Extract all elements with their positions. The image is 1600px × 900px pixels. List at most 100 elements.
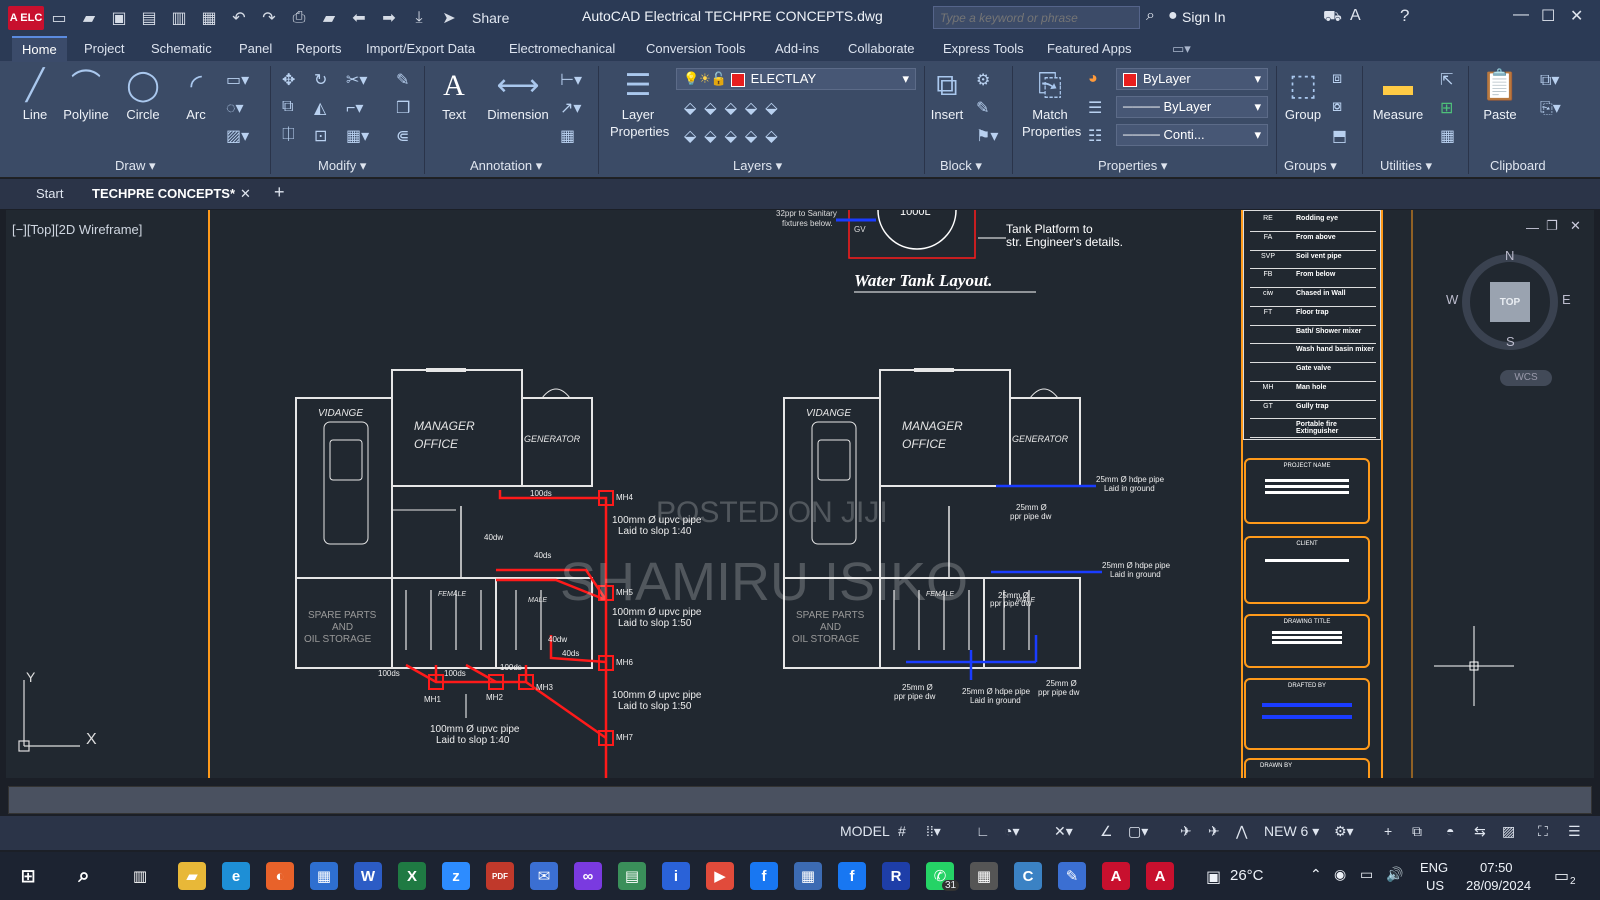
- tab-express-tools[interactable]: Express Tools: [943, 41, 1024, 56]
- imo-icon[interactable]: i: [662, 862, 690, 890]
- task-view-icon[interactable]: ▥: [126, 862, 154, 890]
- clean-screen-icon[interactable]: ▨: [1502, 823, 1515, 840]
- excel-icon[interactable]: X: [398, 862, 426, 890]
- otrack-icon[interactable]: ∠: [1100, 823, 1113, 840]
- facebook-2-icon[interactable]: f: [838, 862, 866, 890]
- copilot-icon[interactable]: ∞: [574, 862, 602, 890]
- pdf-icon[interactable]: PDF: [486, 862, 514, 890]
- polar-icon[interactable]: ◔▾: [1004, 823, 1019, 840]
- facebook-icon[interactable]: f: [750, 862, 778, 890]
- table-icon[interactable]: ▦: [560, 126, 575, 146]
- command-line[interactable]: [8, 786, 1592, 814]
- model-space-button[interactable]: MODEL: [840, 823, 890, 839]
- layer-tools-row1-icon[interactable]: ⬙⬙⬙⬙⬙: [684, 98, 786, 118]
- linear-dim-icon[interactable]: ⊢▾: [560, 70, 582, 90]
- video-icon[interactable]: ▶: [706, 862, 734, 890]
- annotation-monitor-icon[interactable]: +: [1384, 823, 1392, 839]
- file-explorer-icon[interactable]: ▰: [178, 862, 206, 890]
- lineweight-toggle-icon[interactable]: ▢▾: [1128, 823, 1148, 840]
- tab-featured-apps[interactable]: Featured Apps: [1047, 41, 1132, 56]
- windows-start-icon[interactable]: ⊞: [14, 862, 42, 890]
- block-attr-icon[interactable]: ⚑▾: [976, 126, 998, 146]
- erase-icon[interactable]: ✎: [396, 70, 409, 90]
- viewport-restore-icon[interactable]: ❐: [1546, 218, 1558, 234]
- print-icon[interactable]: ⎙: [289, 9, 309, 27]
- search-input[interactable]: [933, 6, 1140, 29]
- hardware-accel-icon[interactable]: ⇆: [1474, 823, 1486, 840]
- insert-button[interactable]: ⧉ Insert: [926, 66, 968, 123]
- compass-n[interactable]: N: [1505, 248, 1514, 263]
- clipboard-panel-title[interactable]: Clipboard: [1490, 158, 1546, 173]
- create-block-icon[interactable]: ⚙: [976, 70, 990, 90]
- weather-icon[interactable]: ▣: [1206, 867, 1221, 887]
- cart-icon[interactable]: ⛟: [1323, 8, 1342, 27]
- linetype-dropdown[interactable]: ──── Conti... ▾: [1116, 124, 1268, 146]
- tab-panel[interactable]: Panel: [239, 41, 272, 56]
- explode-icon[interactable]: ❒: [396, 98, 410, 118]
- app-logo[interactable]: A ELC: [8, 5, 44, 30]
- viewport-close-icon[interactable]: ✕: [1570, 218, 1581, 234]
- control-panel-icon[interactable]: ▦: [794, 862, 822, 890]
- autocad-icon[interactable]: A: [1146, 862, 1174, 890]
- utilities-panel-title[interactable]: Utilities ▾: [1380, 158, 1432, 174]
- text-button[interactable]: A Text: [432, 66, 476, 123]
- viewport-minimize-icon[interactable]: —: [1526, 220, 1539, 235]
- autodesk-icon[interactable]: A: [1350, 7, 1361, 25]
- search-taskbar-icon[interactable]: ⌕: [70, 862, 98, 890]
- annotation-scale-icon[interactable]: ⋀: [1236, 823, 1247, 840]
- store-icon[interactable]: ▦: [310, 862, 338, 890]
- array-icon[interactable]: ▦▾: [346, 126, 369, 146]
- edge-icon[interactable]: e: [222, 862, 250, 890]
- annotation-scale-dropdown[interactable]: NEW 6 ▾: [1264, 823, 1319, 840]
- auto-scale-icon[interactable]: ✈: [1208, 823, 1220, 840]
- layer-tools-row2-icon[interactable]: ⬙⬙⬙⬙⬙: [684, 126, 786, 146]
- tab-reports[interactable]: Reports: [296, 41, 342, 56]
- zoom-icon[interactable]: z: [442, 862, 470, 890]
- language-1[interactable]: ENG: [1420, 860, 1448, 875]
- compass-w[interactable]: W: [1446, 292, 1458, 307]
- trim-icon[interactable]: ✂▾: [346, 70, 367, 90]
- compass-e[interactable]: E: [1562, 292, 1571, 307]
- tray-chevron-icon[interactable]: ⌃: [1310, 866, 1322, 883]
- annotation-panel-title[interactable]: Annotation ▾: [470, 158, 542, 174]
- volume-icon[interactable]: 🔊: [1386, 866, 1403, 883]
- layers-panel-title[interactable]: Layers ▾: [733, 158, 782, 174]
- user-icon[interactable]: ●: [1168, 7, 1178, 25]
- drawing-viewport[interactable]: 1000L 32ppr to Sanitary fixtures below. …: [6, 210, 1594, 778]
- autocad-electrical-icon[interactable]: A: [1102, 862, 1130, 890]
- scale-icon[interactable]: ⊡: [314, 126, 327, 146]
- tab-home[interactable]: Home: [12, 36, 67, 62]
- group-button[interactable]: ⬚ Group: [1280, 66, 1326, 123]
- rotate-icon[interactable]: ↻: [314, 70, 327, 90]
- redo-icon[interactable]: ↷: [259, 8, 279, 28]
- viewport-controls[interactable]: [−][Top][2D Wireframe]: [12, 222, 142, 237]
- fillet-icon[interactable]: ⌐▾: [346, 98, 363, 118]
- clock-date[interactable]: 28/09/2024: [1466, 878, 1531, 893]
- meet-icon[interactable]: ◉: [1334, 866, 1346, 883]
- circle-button[interactable]: ◯ Circle: [120, 66, 166, 123]
- copy-clip-icon[interactable]: ⎘▾: [1540, 98, 1561, 118]
- new-file-icon[interactable]: ▭: [49, 8, 69, 28]
- group-edit-icon[interactable]: ⧇: [1332, 98, 1342, 116]
- ribbon-toggle-icon[interactable]: ▭▾: [1172, 41, 1191, 57]
- osnap-icon[interactable]: ✕▾: [1054, 823, 1073, 840]
- line-button[interactable]: ╱ Line: [14, 66, 56, 123]
- tab-drawing-active[interactable]: TECHPRE CONCEPTS*: [92, 186, 235, 201]
- tab-import-export[interactable]: Import/Export Data: [366, 41, 475, 56]
- fullscreen-icon[interactable]: ⛶: [1538, 823, 1548, 840]
- units-icon[interactable]: ⧉: [1412, 823, 1422, 840]
- search-icon[interactable]: ⌕: [1146, 7, 1155, 25]
- tab-electromechanical[interactable]: Electromechanical: [509, 41, 615, 56]
- move-icon[interactable]: ✥: [282, 70, 295, 90]
- forward-icon[interactable]: ➡: [379, 8, 399, 28]
- properties-panel-title[interactable]: Properties ▾: [1098, 158, 1167, 174]
- temperature[interactable]: 26°C: [1230, 867, 1264, 884]
- app-c-icon[interactable]: C: [1014, 862, 1042, 890]
- groups-panel-title[interactable]: Groups ▾: [1284, 158, 1337, 174]
- annotation-visibility-icon[interactable]: ✈: [1180, 823, 1192, 840]
- language-2[interactable]: US: [1426, 878, 1444, 893]
- save-icon[interactable]: ▣: [109, 8, 129, 28]
- layer-dropdown[interactable]: 💡☀🔓 ELECTLAY ▾: [676, 68, 916, 90]
- tab-add-ins[interactable]: Add-ins: [775, 41, 819, 56]
- arc-button[interactable]: ◜ Arc: [176, 66, 216, 123]
